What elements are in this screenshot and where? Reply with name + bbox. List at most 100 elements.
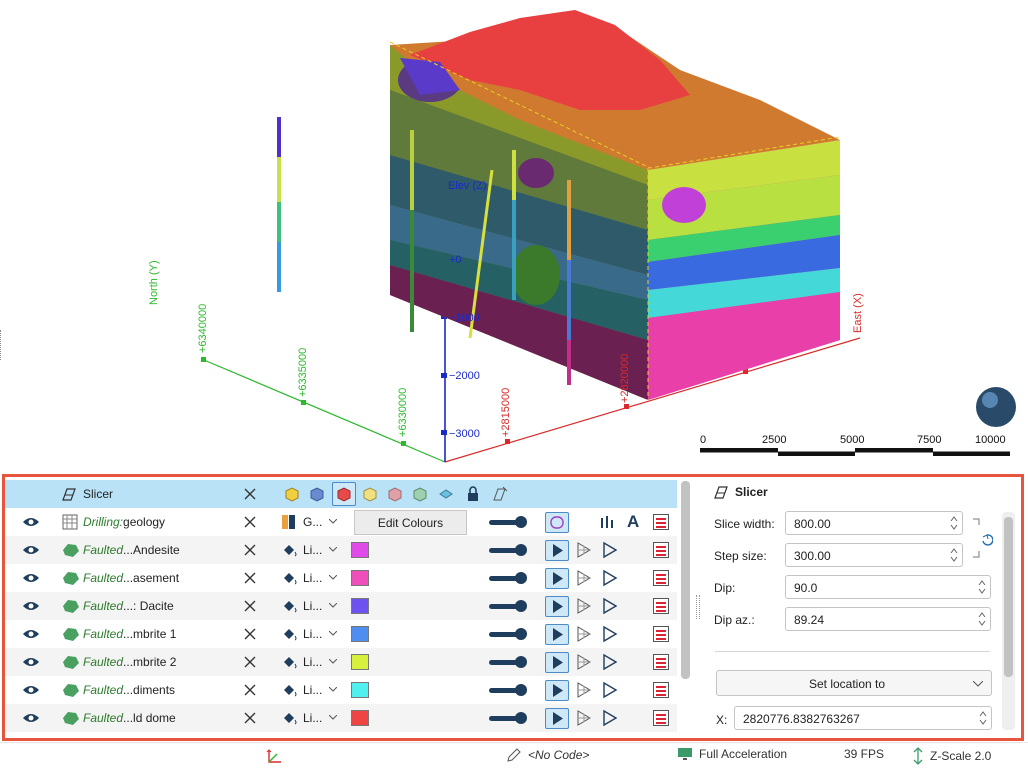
- properties-list-icon[interactable]: [653, 542, 669, 558]
- slice-mode-4-icon[interactable]: [361, 485, 379, 503]
- slice-mode-1-icon[interactable]: [283, 485, 301, 503]
- visibility-eye-icon[interactable]: [22, 712, 40, 724]
- remove-slicer-icon[interactable]: [243, 487, 257, 501]
- opacity-slider[interactable]: [489, 656, 527, 668]
- show-mesh-icon[interactable]: [575, 681, 595, 699]
- lock-icon[interactable]: [465, 485, 481, 503]
- set-location-dropdown[interactable]: Set location to: [716, 670, 992, 696]
- colour-dropdown-value[interactable]: Li...: [303, 564, 322, 592]
- visibility-eye-icon[interactable]: [22, 628, 40, 640]
- show-outline-icon[interactable]: [601, 681, 619, 699]
- show-mesh-icon[interactable]: [575, 625, 595, 643]
- spinner-arrows-icon[interactable]: [978, 579, 986, 595]
- tree-scrollbar[interactable]: [681, 481, 690, 679]
- show-mesh-icon[interactable]: [575, 569, 595, 587]
- colour-dropdown-value[interactable]: Li...: [303, 592, 322, 620]
- show-outline-icon[interactable]: [601, 625, 619, 643]
- properties-list-icon[interactable]: [653, 654, 669, 670]
- slice-mode-6-icon[interactable]: [411, 485, 429, 503]
- paint-bucket-icon[interactable]: [281, 682, 299, 698]
- paint-bucket-icon[interactable]: [281, 570, 299, 586]
- properties-list-icon[interactable]: [653, 570, 669, 586]
- properties-list-icon[interactable]: [653, 626, 669, 642]
- opacity-slider[interactable]: [489, 712, 527, 724]
- opacity-slider[interactable]: [489, 516, 527, 528]
- tree-row-basement[interactable]: Faulted ...asement Li...: [5, 564, 677, 592]
- visibility-eye-icon[interactable]: [22, 600, 40, 612]
- remove-row-icon[interactable]: [243, 543, 257, 557]
- show-mesh-icon[interactable]: [575, 541, 595, 559]
- visibility-eye-icon[interactable]: [22, 544, 40, 556]
- slice-mode-2-icon[interactable]: [308, 485, 326, 503]
- show-solid-button[interactable]: [545, 568, 569, 589]
- show-outline-icon[interactable]: [601, 541, 619, 559]
- colour-swatch[interactable]: [351, 626, 369, 642]
- paint-bucket-icon[interactable]: [281, 654, 299, 670]
- colour-swatch[interactable]: [351, 598, 369, 614]
- remove-row-icon[interactable]: [243, 571, 257, 585]
- properties-scrollbar[interactable]: [1004, 517, 1013, 677]
- show-solid-button[interactable]: [545, 540, 569, 561]
- opacity-slider[interactable]: [489, 600, 527, 612]
- chevron-down-icon[interactable]: [329, 715, 337, 720]
- link-reset-icon[interactable]: [971, 517, 993, 559]
- colour-swatch[interactable]: [351, 570, 369, 586]
- remove-row-icon[interactable]: [243, 683, 257, 697]
- colour-by-icon[interactable]: [281, 514, 297, 530]
- paint-bucket-icon[interactable]: [281, 710, 299, 726]
- remove-row-icon[interactable]: [243, 599, 257, 613]
- visibility-eye-icon[interactable]: [22, 516, 40, 528]
- axis-orientation-icon[interactable]: [265, 748, 283, 766]
- show-solid-button[interactable]: [545, 680, 569, 701]
- chevron-down-icon[interactable]: [329, 687, 337, 692]
- graph-icon[interactable]: [599, 514, 617, 530]
- chevron-down-icon[interactable]: [329, 575, 337, 580]
- x-coordinate-field[interactable]: 2820776.8382763267: [734, 706, 992, 730]
- slice-mode-5-icon[interactable]: [386, 485, 404, 503]
- tree-row-sediments[interactable]: Faulted ...diments Li...: [5, 676, 677, 704]
- colour-dropdown-value[interactable]: Li...: [303, 648, 322, 676]
- show-outline-icon[interactable]: [601, 709, 619, 727]
- show-solid-button[interactable]: [545, 652, 569, 673]
- pencil-icon[interactable]: [506, 747, 522, 763]
- tree-row-gold-dome[interactable]: Faulted ...ld dome Li...: [5, 704, 677, 732]
- slice-mode-3-button[interactable]: [332, 482, 356, 506]
- visibility-eye-icon[interactable]: [22, 572, 40, 584]
- colour-swatch[interactable]: [351, 542, 369, 558]
- properties-list-icon[interactable]: [653, 598, 669, 614]
- colour-dropdown-value[interactable]: Li...: [303, 704, 322, 732]
- colour-swatch[interactable]: [351, 710, 369, 726]
- label-icon[interactable]: A: [627, 508, 639, 536]
- panel-splitter[interactable]: [695, 477, 700, 738]
- remove-row-icon[interactable]: [243, 711, 257, 725]
- colour-swatch[interactable]: [351, 682, 369, 698]
- opacity-slider[interactable]: [489, 572, 527, 584]
- code-status[interactable]: <No Code>: [528, 748, 589, 762]
- 3d-scene-viewport[interactable]: North (Y) +6340000 +6335000 +6330000 +28…: [0, 0, 1028, 470]
- slicer-row[interactable]: Slicer: [5, 480, 677, 508]
- spinner-arrows-icon[interactable]: [979, 710, 987, 726]
- paint-bucket-icon[interactable]: [281, 626, 299, 642]
- dip-az-field[interactable]: 89.24: [785, 607, 991, 631]
- properties-list-icon[interactable]: [653, 514, 669, 530]
- visibility-eye-icon[interactable]: [22, 684, 40, 696]
- opacity-slider[interactable]: [489, 544, 527, 556]
- show-solid-button[interactable]: [545, 708, 569, 729]
- left-splitter-grip[interactable]: [0, 330, 3, 360]
- drillhole-display-button[interactable]: [545, 512, 569, 533]
- opacity-slider[interactable]: [489, 628, 527, 640]
- show-outline-icon[interactable]: [601, 597, 619, 615]
- show-outline-icon[interactable]: [601, 569, 619, 587]
- step-size-field[interactable]: 300.00: [785, 543, 963, 567]
- slicer-settings-icon[interactable]: [491, 485, 509, 503]
- remove-row-icon[interactable]: [243, 655, 257, 669]
- tree-row-ignimbrite-1[interactable]: Faulted ...mbrite 1 Li...: [5, 620, 677, 648]
- chevron-down-icon[interactable]: [329, 659, 337, 664]
- tree-row-dacite[interactable]: Faulted ...: Dacite Li...: [5, 592, 677, 620]
- colour-dropdown-value[interactable]: Li...: [303, 536, 322, 564]
- chevron-down-icon[interactable]: [329, 519, 337, 524]
- properties-list-icon[interactable]: [653, 710, 669, 726]
- visibility-eye-icon[interactable]: [22, 656, 40, 668]
- show-solid-button[interactable]: [545, 596, 569, 617]
- show-solid-button[interactable]: [545, 624, 569, 645]
